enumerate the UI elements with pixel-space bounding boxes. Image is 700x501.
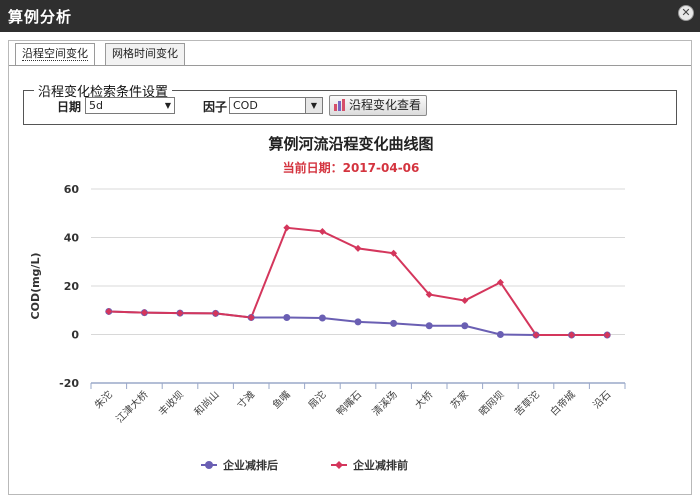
x-tick-label: 大桥 — [412, 388, 435, 411]
close-icon[interactable]: ✕ — [678, 5, 694, 21]
y-tick-label: -20 — [59, 377, 79, 390]
data-point — [283, 314, 291, 322]
legend-label: 企业减排前 — [352, 458, 408, 472]
y-tick-label: 20 — [64, 280, 80, 293]
data-point — [318, 314, 326, 322]
data-point — [496, 331, 504, 338]
x-tick-label: 和尚山 — [191, 388, 221, 418]
x-tick-label: 晒网坝 — [477, 389, 507, 419]
x-tick-label: 朱沱 — [92, 388, 115, 411]
x-tick-label: 扇沱 — [305, 388, 328, 411]
data-point — [354, 244, 362, 252]
data-point — [461, 322, 469, 330]
x-tick-label: 丰收坝 — [156, 388, 186, 418]
x-tick-label: 沿石 — [591, 389, 614, 412]
line-chart: 60 40 20 0 -20 COD(mg/L) 朱沱 江津大桥 丰收坝 和尚山 寸滩 鱼嘴 扇沱 鸭嘴石… — [29, 183, 626, 472]
legend-swatch-marker — [205, 461, 213, 469]
data-point — [425, 322, 433, 330]
legend-label: 企业减排后 — [222, 458, 278, 472]
data-point — [318, 227, 326, 235]
window-titlebar: 算例分析 ✕ — [0, 0, 700, 32]
x-tick-label: 白帝城 — [547, 388, 577, 418]
data-point — [283, 224, 291, 232]
y-tick-label: 40 — [64, 232, 80, 245]
x-tick-label: 鱼嘴 — [270, 388, 293, 411]
data-point — [461, 297, 469, 305]
y-tick-label: 60 — [64, 183, 80, 196]
x-tick-label: 苏家 — [448, 388, 471, 411]
x-tick-label: 苦草沱 — [512, 388, 542, 418]
x-tick-label: 江津大桥 — [113, 388, 150, 425]
y-tick-label: 0 — [71, 329, 79, 342]
data-point — [390, 319, 398, 327]
window-title: 算例分析 — [8, 8, 73, 26]
y-axis-label: COD(mg/L) — [29, 253, 42, 320]
dialog-body: 沿程空间变化 网格时间变化 沿程变化检索条件设置 日期 5d ▼ 因子 COD … — [8, 40, 692, 495]
x-tick-label: 寸滩 — [234, 388, 257, 411]
data-point — [354, 318, 362, 326]
legend-swatch-marker — [335, 461, 343, 469]
x-tick-label: 清溪场 — [369, 388, 399, 418]
x-tick-label: 鸭嘴石 — [334, 388, 364, 418]
